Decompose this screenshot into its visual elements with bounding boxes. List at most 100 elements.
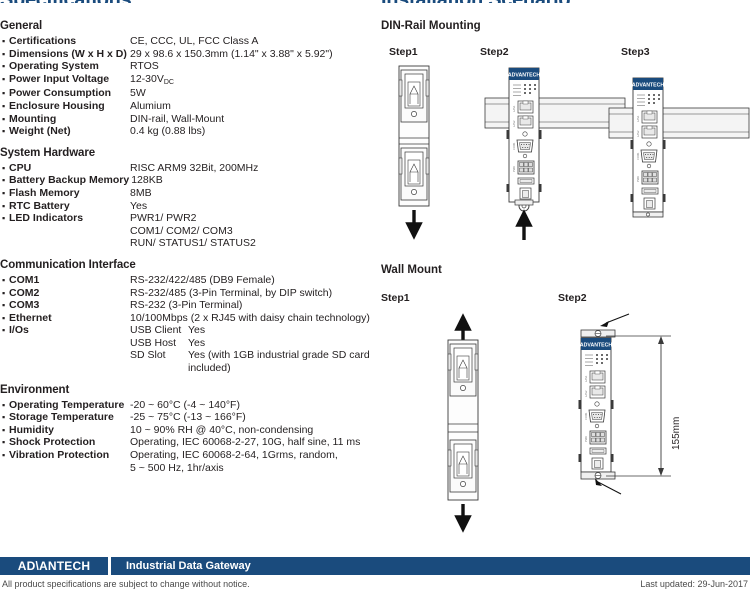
spec-row: LED Indicators PWR1/ PWR2	[0, 212, 380, 225]
spec-label: RTC Battery	[9, 199, 70, 212]
spec-value: Operating, IEC 60068-2-64, 1Grms, random…	[130, 449, 380, 462]
spec-value-text: CE, CCC, UL, FCC Class A	[130, 35, 259, 47]
spec-value-text: DIN-rail, Wall-Mount	[130, 112, 225, 125]
spec-row: COM2 RS-232/485 (3-Pin Terminal, by DIP s…	[0, 287, 380, 300]
spec-value-text: 8MB	[130, 186, 152, 199]
spec-label: COM3	[9, 299, 40, 312]
spec-label: Power Input Voltage	[9, 72, 110, 85]
bullet-icon	[0, 212, 9, 225]
spec-value: 0.4 kg (0.88 lbs)	[130, 125, 380, 138]
wall-mount-diagram	[447, 313, 671, 533]
spec-label: Battery Backup Memory	[9, 174, 130, 187]
datasheet-page: Specifications Installation Scenario Gen…	[0, 0, 750, 591]
spec-value-text: 128KB	[131, 174, 163, 187]
spec-value-text: 29 x 98.6 x 150.3mm (1.14" x 3.88" x 5.9…	[130, 47, 333, 60]
spec-subrow-key	[130, 362, 188, 375]
spec-subrow-value: Yes (with 1GB industrial grade SD card	[188, 349, 370, 362]
spec-value-continuation: 5 ~ 500 Hz, 1hr/axis	[130, 461, 224, 474]
wall-step1-label: Step1	[381, 292, 410, 304]
spec-row: COM1 RS-232/422/485 (DB9 Female)	[0, 274, 380, 287]
footer-banner: AD\ANTECH Industrial Data Gateway	[0, 557, 750, 575]
spec-row: Flash Memory 8MB	[0, 187, 380, 200]
spec-value: 12-30VDC	[130, 73, 380, 88]
spec-row: Power Input Voltage 12-30VDC	[0, 73, 380, 88]
spec-row: Vibration Protection Operating, IEC 60068…	[0, 449, 380, 462]
bullet-icon	[0, 162, 9, 175]
spec-label: Power Consumption	[9, 87, 112, 100]
spec-value-text: Yes	[130, 199, 148, 212]
spec-section-heading: Communication Interface	[0, 258, 136, 271]
spec-row: Shock Protection Operating, IEC 60068-2-2…	[0, 436, 380, 449]
spec-label: Ethernet	[9, 311, 52, 324]
bullet-icon	[0, 73, 9, 86]
spec-label: I/Os	[9, 324, 29, 337]
spec-subrow: SD Slot Yes (with 1GB industrial grade SD…	[130, 349, 380, 362]
spec-value: Yes	[130, 200, 380, 213]
bullet-icon	[0, 399, 9, 412]
spec-section-heading: General	[0, 20, 43, 32]
spec-section: System Hardware CPU RISC ARM9 32Bit, 200MH…	[0, 147, 380, 250]
wall-mount-heading: Wall Mount	[381, 264, 442, 276]
spec-label: Flash Memory	[9, 186, 80, 199]
spec-label: COM2	[9, 286, 40, 299]
spec-value: PWR1/ PWR2	[130, 212, 380, 225]
spec-section-heading: System Hardware	[0, 146, 96, 159]
bullet-icon	[0, 287, 9, 300]
spec-subrow-key: USB Host	[130, 336, 177, 349]
spec-value-text: RTOS	[130, 60, 159, 73]
spec-row: Operating System RTOS	[0, 60, 380, 73]
spec-label: LED Indicators	[9, 212, 84, 225]
footer-last-updated: Last updated: 29-Jun-2017	[640, 579, 748, 589]
spec-subrow-key: USB Client	[130, 324, 182, 337]
spec-value-text: PWR1/ PWR2	[130, 212, 197, 225]
spec-value-subscript: DC	[163, 78, 174, 86]
spec-value-text: 0.4 kg (0.88 lbs)	[130, 125, 206, 138]
spec-value: 8MB	[130, 187, 380, 200]
spec-value-text: RISC ARM9 32Bit, 200MHz	[130, 161, 259, 174]
spec-value-text: Operating, IEC 60068-2-27, 10G, half sin…	[130, 436, 361, 449]
spec-value: DIN-rail, Wall-Mount	[130, 113, 380, 126]
spec-value-text: 10 ~ 90% RH @ 40°C, non-condensing	[130, 423, 314, 436]
bullet-icon	[0, 299, 9, 312]
spec-value: -25 ~ 75°C (-13 ~ 166°F)	[130, 411, 380, 424]
spec-value-text: 12-30V	[130, 72, 164, 85]
spec-row: Power Consumption 5W	[0, 87, 380, 100]
spec-subrow-key: SD Slot	[130, 349, 166, 362]
spec-section: Environment Operating Temperature -20 ~ 60…	[0, 384, 380, 475]
spec-value: Alumium	[130, 100, 380, 113]
bullet-icon	[0, 187, 9, 200]
spec-row: Certifications CE, CCC, UL, FCC Class A	[0, 35, 380, 48]
spec-label: Shock Protection	[9, 436, 96, 449]
din-step3-label: Step3	[621, 46, 650, 58]
spec-value: CE, CCC, UL, FCC Class A	[130, 35, 380, 48]
spec-value-text: RS-232 (3-Pin Terminal)	[130, 299, 243, 312]
spec-label: Vibration Protection	[9, 449, 110, 462]
spec-value: RTOS	[130, 60, 380, 73]
spec-subrow: included)	[130, 362, 380, 375]
spec-row: Weight (Net) 0.4 kg (0.88 lbs)	[0, 125, 380, 138]
spec-value: RS-232/485 (3-Pin Terminal, by DIP switc…	[130, 287, 380, 300]
spec-subrow: USB Client Yes	[130, 324, 380, 337]
bullet-icon	[0, 60, 9, 73]
bullet-icon	[0, 324, 9, 337]
spec-label: Operating Temperature	[9, 398, 125, 411]
spec-value: RS-232 (3-Pin Terminal)	[130, 299, 380, 312]
spec-subrow: USB Host Yes	[130, 337, 380, 350]
spec-row: Dimensions (W x H x D)29 x 98.6 x 150.3m…	[0, 48, 380, 61]
spec-section-heading: Environment	[0, 383, 70, 396]
bullet-icon	[0, 100, 9, 113]
spec-value: 10/100Mbps (2 x RJ45 with daisy chain te…	[130, 312, 380, 325]
wall-step2-label: Step2	[558, 292, 587, 304]
spec-value-text: Alumium	[130, 99, 171, 112]
spec-label: Enclosure Housing	[9, 99, 105, 112]
spec-label: Weight (Net)	[9, 125, 71, 138]
bullet-icon	[0, 424, 9, 437]
bullet-icon	[0, 274, 9, 287]
spec-value: 5W	[130, 87, 380, 100]
spec-value-text: Operating, IEC 60068-2-64, 1Grms, random…	[130, 449, 338, 462]
spec-subrow-value: included)	[188, 362, 231, 375]
spec-row: Humidity 10 ~ 90% RH @ 40°C, non-condensi…	[0, 424, 380, 437]
spec-value-text: 5W	[130, 87, 146, 100]
footer-disclaimer: All product specifications are subject t…	[2, 579, 250, 589]
spec-value-continuation: RUN/ STATUS1/ STATUS2	[130, 237, 256, 250]
